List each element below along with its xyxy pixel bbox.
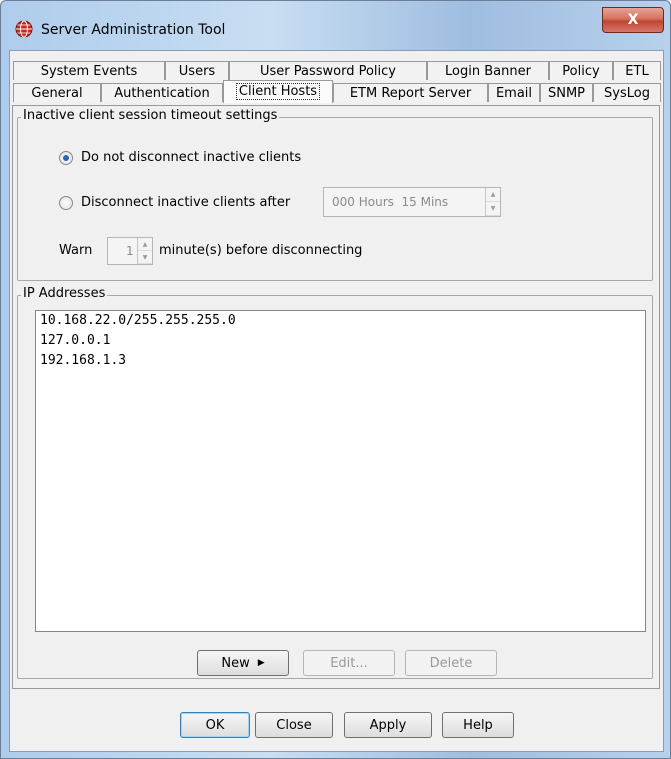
ip-group-legend: IP Addresses xyxy=(21,286,108,301)
no-disconnect-option[interactable]: Do not disconnect inactive clients xyxy=(59,150,301,165)
server-admin-window: Server Administration Tool X System Even… xyxy=(0,0,671,759)
new-button[interactable]: New ▶ xyxy=(197,650,289,676)
close-icon: X xyxy=(627,12,639,28)
tab-users[interactable]: Users xyxy=(165,61,229,80)
apply-button[interactable]: Apply xyxy=(344,712,432,738)
ip-address-list[interactable]: 10.168.22.0/255.255.255.0 127.0.0.1 192.… xyxy=(35,310,646,632)
duration-spin-arrows[interactable]: ▲ ▼ xyxy=(485,188,500,216)
warn-label: Warn xyxy=(59,243,93,258)
tab-etl[interactable]: ETL xyxy=(613,61,661,80)
list-item[interactable]: 10.168.22.0/255.255.255.0 xyxy=(36,311,645,331)
edit-button[interactable]: Edit... xyxy=(303,650,395,676)
title-bar[interactable]: Server Administration Tool X xyxy=(1,1,670,51)
disconnect-after-radio[interactable] xyxy=(59,195,73,210)
warn-spin-arrows[interactable]: ▲ ▼ xyxy=(137,238,152,264)
tab-system-events[interactable]: System Events xyxy=(13,61,165,80)
close-window-button[interactable]: X xyxy=(602,7,664,33)
tab-etm-report-server[interactable]: ETM Report Server xyxy=(333,83,488,102)
dialog-body: System Events Users User Password Policy… xyxy=(9,50,664,752)
tab-login-banner[interactable]: Login Banner xyxy=(427,61,549,80)
tab-email[interactable]: Email xyxy=(488,83,540,102)
warn-suffix: minute(s) before disconnecting xyxy=(159,243,363,258)
close-button[interactable]: Close xyxy=(255,712,333,738)
timeout-group-legend: Inactive client session timeout settings xyxy=(21,108,280,123)
delete-button[interactable]: Delete xyxy=(405,650,497,676)
ok-button[interactable]: OK xyxy=(180,712,250,738)
spin-up-icon[interactable]: ▲ xyxy=(138,238,152,251)
disconnect-after-label: Disconnect inactive clients after xyxy=(81,195,291,210)
list-item[interactable]: 127.0.0.1 xyxy=(36,331,645,351)
warn-spinner[interactable]: 1 ▲ ▼ xyxy=(107,237,153,265)
disconnect-after-option[interactable]: Disconnect inactive clients after xyxy=(59,195,290,210)
spin-up-icon[interactable]: ▲ xyxy=(486,188,500,202)
list-item[interactable]: 192.168.1.3 xyxy=(36,351,645,371)
client-hosts-panel: Inactive client session timeout settings… xyxy=(12,105,660,689)
no-disconnect-label: Do not disconnect inactive clients xyxy=(81,150,302,165)
tab-snmp[interactable]: SNMP xyxy=(540,83,593,102)
new-button-label: New xyxy=(221,655,250,671)
triangle-right-icon: ▶ xyxy=(257,658,265,668)
spin-down-icon[interactable]: ▼ xyxy=(138,251,152,264)
tab-policy[interactable]: Policy xyxy=(549,61,613,80)
tab-general[interactable]: General xyxy=(13,83,101,102)
delete-button-label: Delete xyxy=(429,655,473,671)
tab-client-hosts[interactable]: Client Hosts xyxy=(223,80,333,103)
edit-button-label: Edit... xyxy=(330,655,368,671)
tab-user-password-policy[interactable]: User Password Policy xyxy=(229,61,427,80)
help-button[interactable]: Help xyxy=(442,712,514,738)
spin-down-icon[interactable]: ▼ xyxy=(486,202,500,216)
tab-authentication[interactable]: Authentication xyxy=(101,83,223,102)
tab-syslog[interactable]: SysLog xyxy=(593,83,661,102)
no-disconnect-radio[interactable] xyxy=(59,150,73,165)
disconnect-duration-spinner[interactable]: 000 Hours 15 Mins ▲ ▼ xyxy=(323,187,501,217)
warn-value: 1 xyxy=(126,244,134,258)
duration-value: 000 Hours 15 Mins xyxy=(332,195,449,209)
globe-icon xyxy=(15,20,33,38)
window-title: Server Administration Tool xyxy=(41,22,226,38)
